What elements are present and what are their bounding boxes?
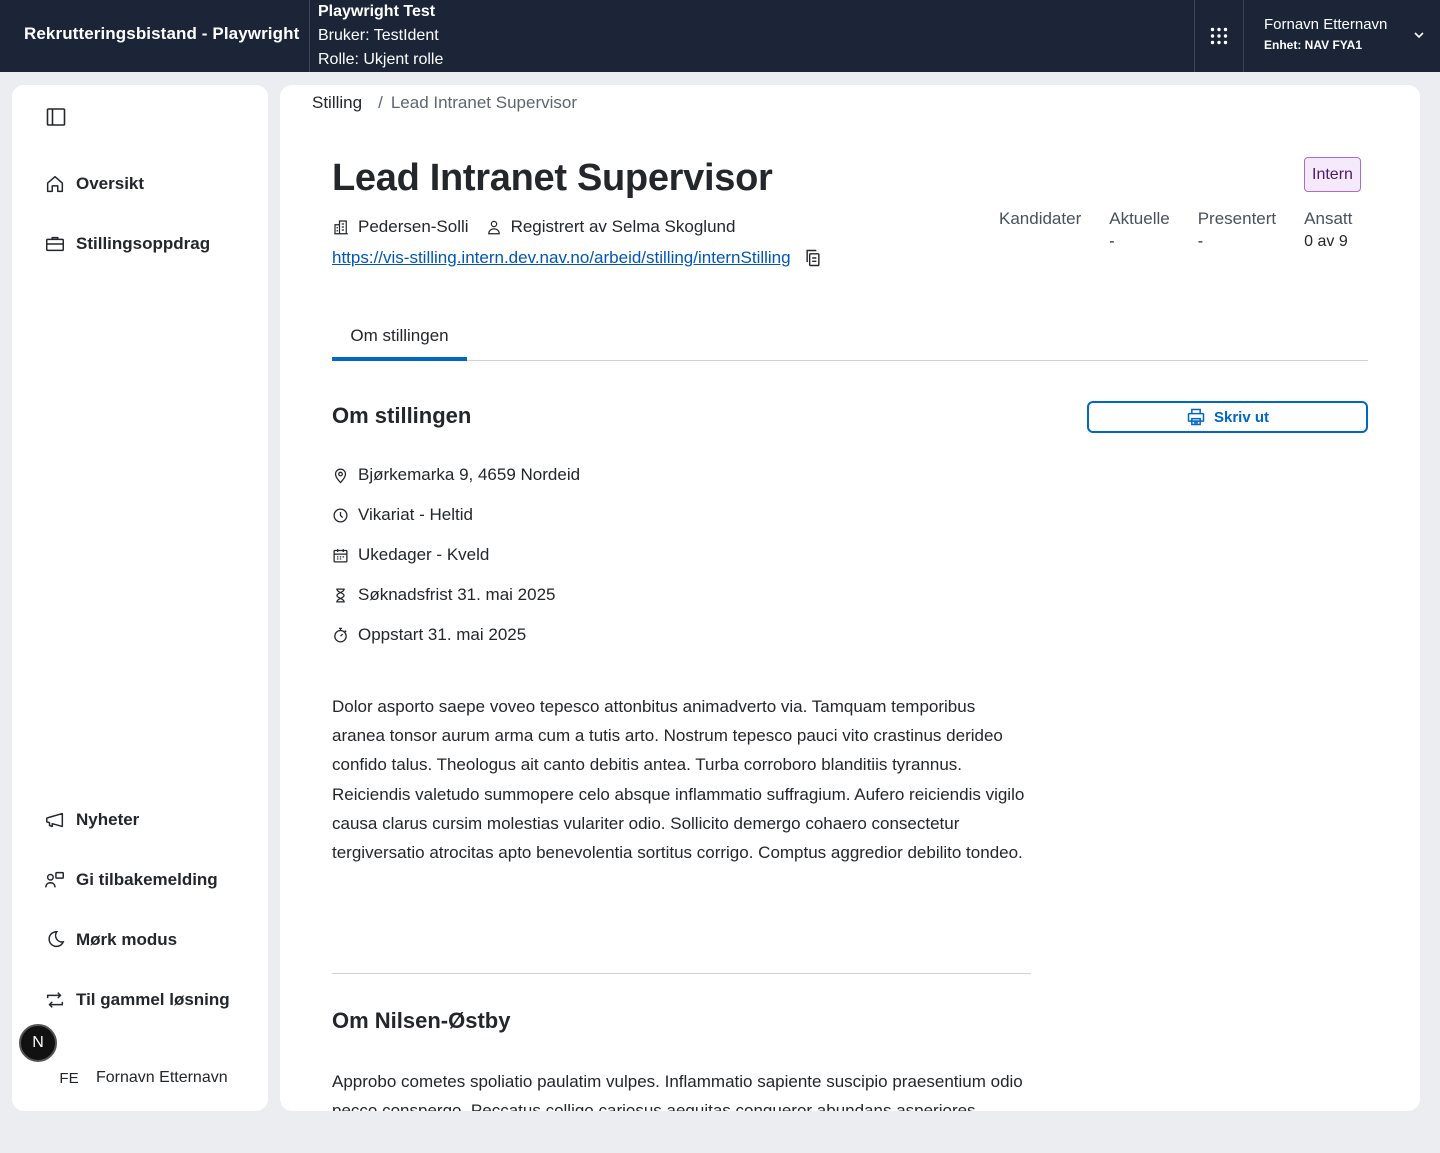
- tab-list: Om stillingen: [332, 321, 1368, 361]
- sidebar-item-mork-modus[interactable]: Mørk modus: [44, 928, 177, 952]
- stat-value: -: [1109, 233, 1115, 250]
- sidebar-item-label: Gi tilbakemelding: [76, 870, 218, 889]
- registered-by-text: Registrert av Selma Skoglund: [510, 217, 736, 236]
- employer-name: Pedersen-Solli: [358, 217, 469, 236]
- stat-value: -: [1197, 233, 1204, 250]
- buildings-icon: [334, 220, 348, 235]
- section-title-om-stillingen: Om stillingen: [332, 403, 472, 428]
- user-menu-button[interactable]: Fornavn Etternavn Enhet: NAV FYA1: [1244, 0, 1440, 72]
- app-title[interactable]: Rekrutteringsbistand - Playwright: [24, 24, 299, 44]
- sidebar-item-oversikt[interactable]: Oversikt: [44, 172, 144, 196]
- person-icon: [487, 220, 500, 235]
- registered-by: Registrert av Selma Skoglund: [485, 217, 736, 237]
- breadcrumb-link-stilling[interactable]: Stilling: [312, 93, 362, 113]
- job-meta: Pedersen-Solli Registrert av Selma Skogl…: [332, 217, 751, 237]
- stat-presentert: Presentert -: [1198, 209, 1276, 251]
- sidebar: Oversikt Stillingsoppdrag Nyheter Gi til…: [12, 85, 268, 1111]
- page-title: Lead Intranet Supervisor: [332, 157, 773, 199]
- grid-icon: [1210, 27, 1228, 45]
- sidebar-item-til-gammel-losning[interactable]: Til gammel løsning: [44, 988, 230, 1012]
- fact-text: Søknadsfrist 31. mai 2025: [358, 585, 556, 604]
- environment-info: Playwright Test Bruker: TestIdent Rolle:…: [318, 0, 443, 72]
- briefcase-icon: [46, 236, 64, 252]
- nextjs-dev-badge[interactable]: N: [19, 1024, 57, 1062]
- visibility-badge: Intern: [1304, 157, 1361, 192]
- sidebar-item-nyheter[interactable]: Nyheter: [44, 808, 139, 832]
- sidebar-item-gi-tilbakemelding[interactable]: Gi tilbakemelding: [44, 868, 218, 892]
- employer: Pedersen-Solli: [332, 217, 469, 237]
- user-unit: Enhet: NAV FYA1: [1264, 38, 1363, 52]
- arrows-circle-icon: [46, 992, 64, 1008]
- main-content: Stilling / Lead Intranet Supervisor Lead…: [280, 85, 1420, 1111]
- top-bar: Rekrutteringsbistand - Playwright Playwr…: [0, 0, 1440, 72]
- printer-icon: [1187, 408, 1205, 426]
- sidebar-item-label: Stillingsoppdrag: [76, 234, 211, 253]
- job-facts: Bjørkemarka 9, 4659 Nordeid Vikariat - H…: [332, 463, 580, 663]
- stat-ansatt: Ansatt 0 av 9: [1304, 209, 1352, 251]
- clock-icon: [333, 507, 348, 523]
- sidebar-user-name: Fornavn Etternavn: [96, 1069, 228, 1086]
- fact-work-days: Ukedager - Kveld: [332, 543, 580, 567]
- stat-label: Presentert: [1197, 209, 1277, 228]
- fact-employment-type: Vikariat - Heltid: [332, 503, 580, 527]
- employer-description: Approbo cometes spoliatio paulatim vulpe…: [332, 1072, 1023, 1111]
- hourglass-icon: [336, 587, 345, 603]
- sidebar-user[interactable]: FE Fornavn Etternavn: [56, 1065, 228, 1091]
- fact-location: Bjørkemarka 9, 4659 Nordeid: [332, 463, 580, 487]
- job-link[interactable]: https://vis-stilling.intern.dev.nav.no/a…: [332, 248, 791, 268]
- stat-kandidater: Kandidater: [999, 209, 1081, 251]
- environment-name: Playwright Test: [318, 3, 436, 20]
- sidebar-item-label: Nyheter: [76, 810, 140, 829]
- user-name: Fornavn Etternavn: [1264, 16, 1388, 33]
- breadcrumb: Stilling / Lead Intranet Supervisor: [312, 93, 577, 113]
- megaphone-icon: [46, 812, 64, 828]
- feedback-icon: [45, 871, 64, 888]
- candidate-stats: Kandidater Aktuelle - Presentert - Ansat…: [999, 209, 1352, 251]
- copy-icon[interactable]: [803, 248, 823, 268]
- breadcrumb-separator: /: [378, 93, 383, 112]
- sidebar-item-label: Mørk modus: [76, 930, 178, 949]
- section-title-employer: Om Nilsen-Østby: [332, 1008, 511, 1033]
- tab-om-stillingen[interactable]: Om stillingen: [332, 321, 467, 361]
- fact-start: Oppstart 31. mai 2025: [332, 623, 580, 647]
- environment-role: Rolle: Ukjent rolle: [318, 51, 444, 68]
- divider: [309, 0, 310, 72]
- stat-label: Kandidater: [999, 209, 1082, 228]
- breadcrumb-current: Lead Intranet Supervisor: [390, 93, 577, 112]
- stat-label: Ansatt: [1304, 209, 1353, 228]
- avatar: FE: [59, 1069, 79, 1087]
- sidebar-toggle-button[interactable]: [44, 105, 68, 129]
- fact-text: Oppstart 31. mai 2025: [358, 625, 527, 644]
- stat-label: Aktuelle: [1109, 209, 1170, 228]
- sidebar-panel-icon: [46, 108, 66, 126]
- sidebar-item-label: Til gammel løsning: [76, 990, 230, 1009]
- location-pin-icon: [334, 468, 347, 483]
- fact-text: Bjørkemarka 9, 4659 Nordeid: [358, 465, 581, 484]
- house-icon: [46, 175, 64, 193]
- chevron-down-icon: [1414, 32, 1424, 39]
- job-description: Dolor asporto saepe voveo tepesco attonb…: [332, 697, 1025, 863]
- fact-text: Vikariat - Heltid: [358, 505, 473, 524]
- moon-icon: [48, 931, 65, 948]
- fact-text: Ukedager - Kveld: [358, 545, 490, 564]
- sidebar-item-stillingsoppdrag[interactable]: Stillingsoppdrag: [44, 232, 210, 256]
- fact-deadline: Søknadsfrist 31. mai 2025: [332, 583, 580, 607]
- divider: [332, 973, 1031, 974]
- apps-menu-button[interactable]: [1195, 0, 1243, 72]
- print-button-label: Skriv ut: [1213, 408, 1270, 426]
- print-button[interactable]: Skriv ut: [1087, 401, 1368, 433]
- job-link-row: https://vis-stilling.intern.dev.nav.no/a…: [332, 248, 823, 268]
- stopwatch-icon: [334, 627, 347, 643]
- calendar-icon: [333, 548, 348, 563]
- environment-user: Bruker: TestIdent: [318, 27, 439, 44]
- sidebar-item-label: Oversikt: [76, 174, 145, 193]
- stat-aktuelle: Aktuelle -: [1109, 209, 1169, 251]
- stat-value: 0 av 9: [1304, 233, 1348, 250]
